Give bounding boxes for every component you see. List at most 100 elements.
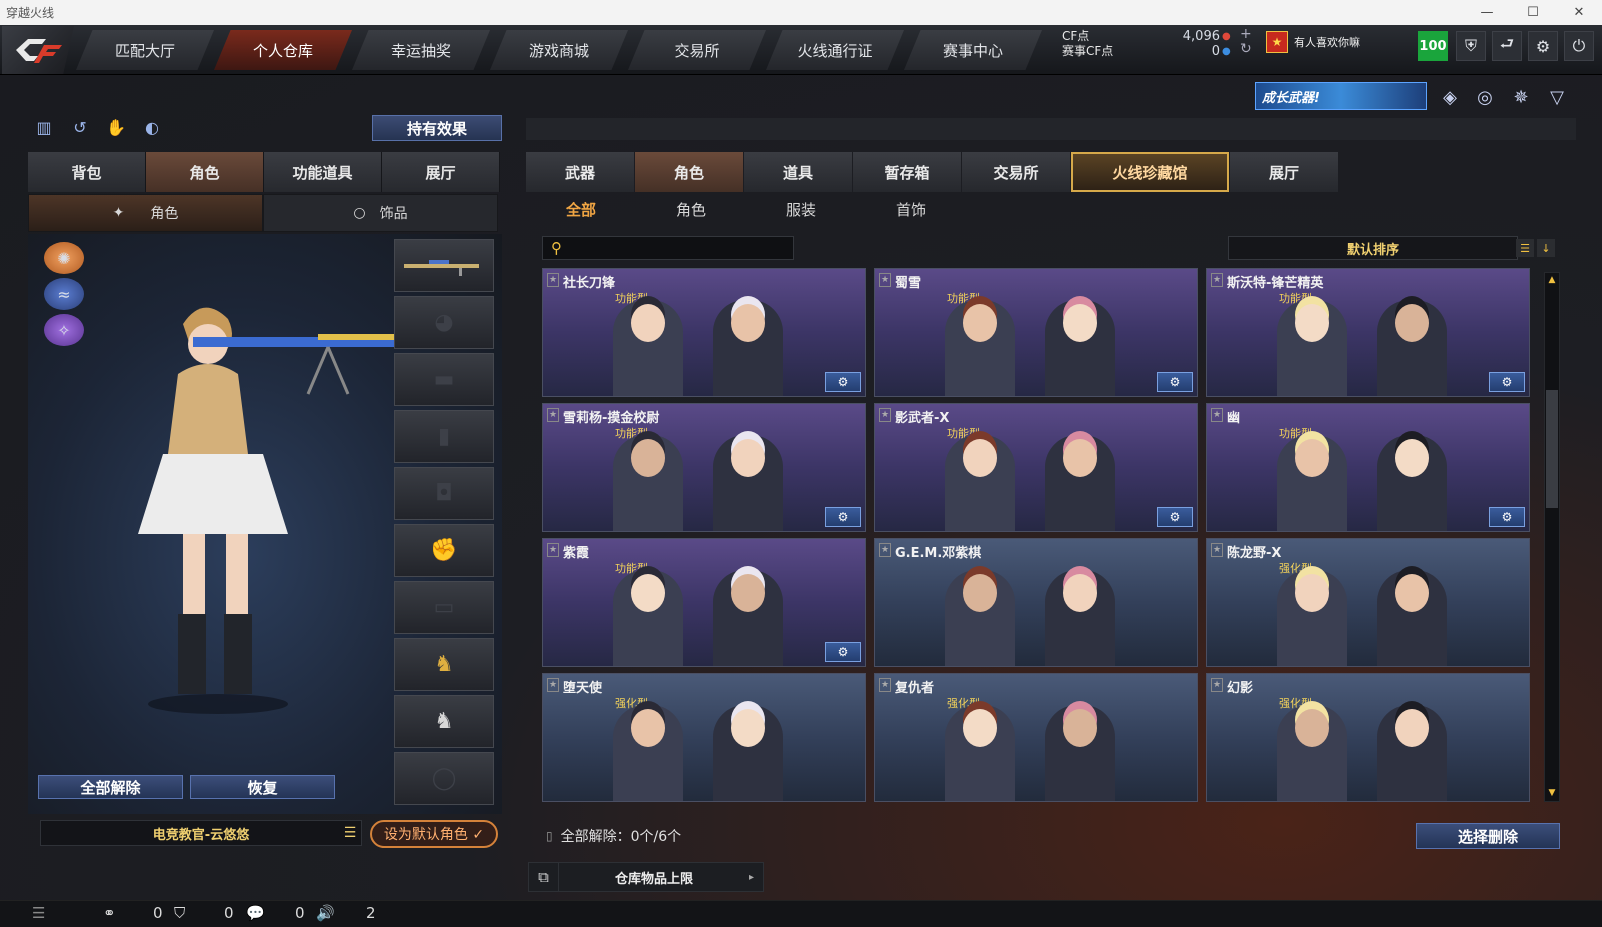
favorite-icon[interactable]: ★: [879, 408, 891, 422]
favorite-icon[interactable]: ★: [879, 678, 891, 692]
nav-tournament[interactable]: 赛事中心: [904, 30, 1042, 70]
tab-weapons[interactable]: 武器: [526, 152, 634, 192]
gear-icon[interactable]: ⚙: [1528, 31, 1558, 61]
favorite-icon[interactable]: ★: [1211, 273, 1223, 287]
subtab-roles[interactable]: 角色: [636, 196, 746, 222]
character-card[interactable]: ★ 幻影 强化型: [1206, 673, 1530, 802]
favorite-icon[interactable]: ★: [1211, 678, 1223, 692]
cf-logo[interactable]: [2, 26, 74, 74]
scroll-down-arrow-icon[interactable]: ▼: [1545, 786, 1559, 800]
favorite-icon[interactable]: ★: [879, 543, 891, 557]
slot-vest[interactable]: ▮: [394, 410, 494, 463]
favorite-icon[interactable]: ★: [547, 543, 559, 557]
character-card[interactable]: ★ 堕天使 强化型: [542, 673, 866, 802]
binoculars-icon[interactable]: ⚭: [103, 903, 116, 923]
search-input[interactable]: [570, 241, 780, 255]
subtab-outfits[interactable]: 服装: [746, 196, 856, 222]
slot-badge[interactable]: ◯: [394, 752, 494, 805]
slot-backpack[interactable]: ◘: [394, 467, 494, 520]
nav-battle-pass[interactable]: 火线通行证: [766, 30, 904, 70]
list-menu-icon[interactable]: ☰: [340, 823, 360, 843]
tab-items[interactable]: 道具: [744, 152, 852, 192]
set-default-character-button[interactable]: 设为默认角色 ✓: [370, 820, 498, 848]
speaker-icon[interactable]: 🔊: [316, 903, 335, 923]
chat-icon[interactable]: 💬: [246, 903, 265, 923]
v-emblem-icon[interactable]: ▽: [1544, 84, 1570, 110]
maximize-button[interactable]: ☐: [1510, 0, 1556, 25]
favorite-icon[interactable]: ★: [547, 273, 559, 287]
select-delete-button[interactable]: 选择删除: [1416, 823, 1560, 849]
character-card[interactable]: ★ 陈龙野-X 强化型: [1206, 538, 1530, 667]
unequip-all-button[interactable]: 全部解除: [38, 775, 183, 799]
sort-dropdown[interactable]: 默认排序: [1228, 236, 1518, 260]
speed-skill-icon[interactable]: ≈: [44, 278, 84, 310]
favorite-icon[interactable]: ★: [879, 273, 891, 287]
tab-character[interactable]: 角色: [146, 152, 264, 192]
subtab-character[interactable]: ✦ 角色: [28, 194, 263, 232]
stats-icon[interactable]: ▥: [32, 115, 56, 139]
settings-icon[interactable]: ⚙: [1157, 507, 1193, 527]
settings-icon[interactable]: ⚙: [825, 642, 861, 662]
character-card[interactable]: ★ 影武者-X 功能型 ⚙: [874, 403, 1198, 532]
pose-icon[interactable]: ✋: [104, 115, 128, 139]
character-card[interactable]: ★ 幽功能型 ⚙: [1206, 403, 1530, 532]
scrollbar-thumb[interactable]: [1546, 390, 1558, 508]
slot-accessory-silver[interactable]: ♞: [394, 695, 494, 748]
character-card[interactable]: ★ 紫霞 功能型 ⚙: [542, 538, 866, 667]
settings-icon[interactable]: ⚙: [825, 372, 861, 392]
rotate-icon[interactable]: ↺: [68, 115, 92, 139]
slot-face[interactable]: ▬: [394, 353, 494, 406]
tab-backpack[interactable]: 背包: [28, 152, 146, 192]
subtab-accessory[interactable]: ○ 饰品: [263, 194, 498, 232]
fire-skill-icon[interactable]: ✺: [44, 242, 84, 274]
settings-icon[interactable]: ⚙: [825, 507, 861, 527]
add-points-icon[interactable]: +: [1240, 27, 1252, 42]
tab-right-showroom[interactable]: 展厅: [1230, 152, 1338, 192]
search-box[interactable]: ⚲: [542, 236, 794, 260]
slot-pants[interactable]: ▭: [394, 581, 494, 634]
character-card[interactable]: ★ 斯沃特-锋芒精英 功能型 ⚙: [1206, 268, 1530, 397]
slot-gloves[interactable]: ✊: [394, 524, 494, 577]
wing-skill-icon[interactable]: ✧: [44, 314, 84, 346]
tab-roles[interactable]: 角色: [635, 152, 743, 192]
character-card[interactable]: ★ 社长刀锋 功能型 ⚙: [542, 268, 866, 397]
sort-list-icon[interactable]: ☰: [1516, 239, 1534, 257]
nav-match-hall[interactable]: 匹配大厅: [76, 30, 214, 70]
tab-temp-box[interactable]: 暂存箱: [853, 152, 961, 192]
refresh-icon[interactable]: ↻: [1240, 42, 1252, 57]
emblem-icon[interactable]: ◈: [1437, 84, 1463, 110]
growth-weapon-banner[interactable]: 成长武器!: [1255, 82, 1427, 110]
character-card[interactable]: ★ 复仇者 强化型: [874, 673, 1198, 802]
settings-icon[interactable]: ⚙: [1489, 372, 1525, 392]
nav-exchange[interactable]: 交易所: [628, 30, 766, 70]
storage-limit-bar[interactable]: ⧉ 仓库物品上限 ▸: [528, 862, 764, 892]
favorite-icon[interactable]: ★: [1211, 543, 1223, 557]
settings-icon[interactable]: ⚙: [1157, 372, 1193, 392]
tab-functional-items[interactable]: 功能道具: [264, 152, 382, 192]
slot-accessory-gold[interactable]: ♞: [394, 638, 494, 691]
holding-effect-button[interactable]: 持有效果: [372, 115, 502, 141]
character-card[interactable]: ★ G.E.M.邓紫棋: [874, 538, 1198, 667]
scrollbar-track[interactable]: [1544, 272, 1560, 802]
sort-direction-icon[interactable]: ↓: [1537, 239, 1555, 257]
favorite-icon[interactable]: ★: [1211, 408, 1223, 422]
nav-personal-storage[interactable]: 个人仓库: [214, 30, 352, 70]
tab-showroom[interactable]: 展厅: [382, 152, 500, 192]
nav-shop[interactable]: 游戏商城: [490, 30, 628, 70]
close-button[interactable]: ✕: [1556, 0, 1602, 25]
menu-icon[interactable]: ☰: [32, 903, 45, 923]
character-name[interactable]: 电竞教官-云悠悠: [40, 820, 362, 846]
tab-trade[interactable]: 交易所: [962, 152, 1070, 192]
character-card[interactable]: ★ 蜀雪 功能型 ⚙: [874, 268, 1198, 397]
restore-button[interactable]: 恢复: [190, 775, 335, 799]
slot-head[interactable]: ◕: [394, 296, 494, 349]
bag-icon[interactable]: ◐: [140, 115, 164, 139]
globe-icon[interactable]: ◎: [1472, 84, 1498, 110]
favorite-icon[interactable]: ★: [547, 678, 559, 692]
settings-icon[interactable]: ⚙: [1489, 507, 1525, 527]
shield-icon[interactable]: ⛨: [1456, 31, 1486, 61]
shield-status-icon[interactable]: ⛉: [174, 903, 185, 923]
favorite-icon[interactable]: ★: [547, 408, 559, 422]
tab-collection[interactable]: 火线珍藏馆: [1071, 152, 1229, 192]
slot-weapon[interactable]: [394, 239, 494, 292]
